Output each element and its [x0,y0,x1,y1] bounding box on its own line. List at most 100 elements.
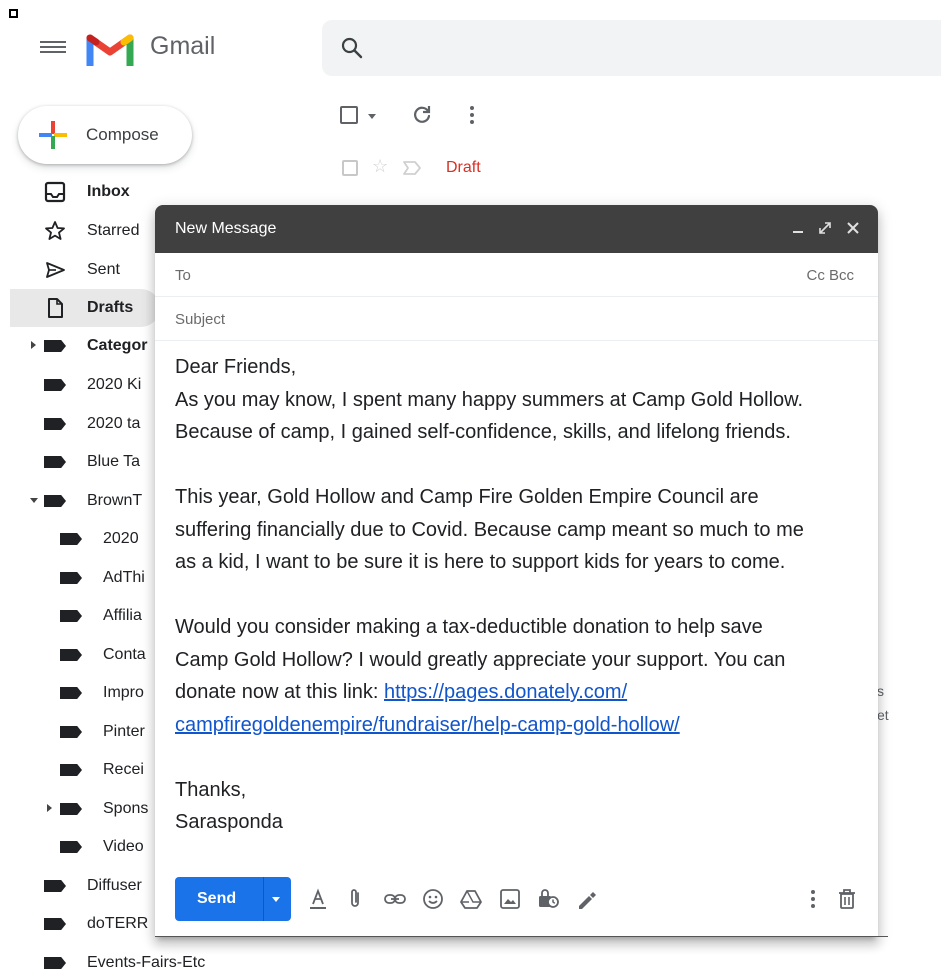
main-menu-icon[interactable] [40,38,66,58]
sidebar-item-label-doterr[interactable]: doTERR [0,905,150,943]
label-icon [60,726,82,738]
expand-arrow-icon[interactable] [31,341,36,349]
sidebar-item-label-impro[interactable]: Impro [0,674,150,712]
label-icon [60,841,82,853]
body-signature: Sarasponda [175,811,283,833]
more-options-icon[interactable] [801,887,825,911]
confidential-mode-icon[interactable] [536,887,560,911]
google-drive-icon[interactable] [459,887,483,911]
sidebar-item-label: Drafts [87,299,134,316]
discard-draft-icon[interactable] [835,887,859,911]
send-label: Send [197,890,237,907]
select-dropdown-caret-icon[interactable] [368,114,376,119]
close-icon[interactable] [844,219,862,237]
sidebar-item-label-conta[interactable]: Conta [0,636,150,674]
sidebar-item-label: 2020 [103,530,139,547]
donation-link-continued[interactable]: campfiregoldenempire/fundraiser/help-cam… [175,714,680,736]
send-button[interactable]: Send [175,877,291,921]
sidebar-item-label: Starred [87,222,140,239]
compose-button[interactable]: Compose [18,106,192,164]
sidebar-item-label-diffuser[interactable]: Diffuser [0,867,150,905]
to-label: To [175,267,191,284]
sidebar-item-label-adthi[interactable]: AdThi [0,559,150,597]
body-line: As you may know, I spent many happy summ… [175,388,804,411]
label-icon [44,918,66,930]
sidebar-item-categories[interactable]: Categor [0,327,150,365]
important-marker-icon[interactable] [402,159,422,177]
compose-header[interactable]: New Message [155,205,878,253]
sidebar-item-label: Diffuser [87,877,142,894]
label-icon [60,533,82,545]
sidebar-item-label-recei[interactable]: Recei [0,751,150,789]
sidebar-item-label: Conta [103,646,146,663]
subject-field[interactable]: Subject [155,297,878,341]
sidebar-item-label: 2020 Ki [87,376,142,393]
sidebar-item-label-events-fairs-etc[interactable]: Events-Fairs-Etc [0,944,240,971]
message-body[interactable]: Dear Friends, As you may know, I spent m… [175,351,875,839]
star-icon[interactable]: ☆ [372,156,388,177]
sidebar-item-label: Sent [87,261,120,278]
label-icon [60,764,82,776]
sidebar-item-label: Events-Fairs-Etc [87,954,206,971]
expand-arrow-icon[interactable] [47,804,52,812]
to-field[interactable]: To Cc Bcc [155,253,878,297]
sidebar-item-label-2020-ta[interactable]: 2020 ta [0,405,150,443]
inbox-icon [44,181,66,203]
attach-file-icon[interactable] [343,887,367,911]
label-icon [44,495,66,507]
draft-icon [44,297,66,319]
collapse-arrow-icon[interactable] [30,498,38,503]
sidebar-item-label-2020[interactable]: 2020 [0,520,150,558]
send-icon [44,259,66,281]
label-icon [60,803,82,815]
draft-label: Draft [446,159,481,176]
label-icon [60,572,82,584]
search-bar[interactable] [322,20,941,76]
sidebar-item-inbox[interactable]: Inbox [0,173,160,211]
email-row-draft[interactable]: ☆ Draft [320,150,941,186]
insert-photo-icon[interactable] [498,887,522,911]
insert-link-icon[interactable] [383,887,407,911]
star-icon [44,220,66,242]
body-line: Because of camp, I gained self-confidenc… [175,421,791,443]
label-icon [44,340,66,352]
sidebar-item-label-spons[interactable]: Spons [0,790,150,828]
select-all-checkbox[interactable] [340,106,358,124]
insert-signature-icon[interactable] [574,887,598,911]
sidebar-item-label: BrownT [87,492,143,509]
gmail-logo-icon[interactable] [86,28,134,68]
donation-link[interactable]: https://pages.donately.com/ [384,681,627,703]
sidebar-item-label: AdThi [103,569,145,586]
body-line: suffering financially due to Covid. Beca… [175,518,804,541]
label-icon [44,379,66,391]
cc-bcc-link[interactable]: Cc Bcc [806,267,854,284]
sidebar-item-label-blue-ta[interactable]: Blue Ta [0,443,150,481]
formatting-options-icon[interactable] [306,887,330,911]
sidebar-item-label: doTERR [87,915,149,932]
subject-placeholder: Subject [175,311,226,328]
sidebar-item-label: Affilia [103,607,142,624]
sidebar-item-label-pinter[interactable]: Pinter [0,713,150,751]
sidebar-item-sent[interactable]: Sent [0,251,160,289]
sidebar-item-label-video[interactable]: Video [0,828,150,866]
sidebar-item-label-2020-ki[interactable]: 2020 Ki [0,366,150,404]
sidebar-item-label: Impro [103,684,144,701]
sidebar-item-drafts[interactable]: Drafts [10,289,160,327]
body-line: Would you consider making a tax-deductib… [175,616,763,638]
expand-icon[interactable] [816,219,834,237]
minimize-icon[interactable] [789,219,807,237]
send-options-icon[interactable] [272,897,280,902]
compose-window: New Message To Cc Bcc Subject Dear Frien… [155,205,878,937]
sidebar-item-starred[interactable]: Starred [0,212,160,250]
send-divider [263,877,264,921]
refresh-icon[interactable] [410,103,434,127]
more-options-icon[interactable] [460,103,484,127]
sidebar-item-label-brownt[interactable]: BrownT [0,482,150,520]
body-greeting: Dear Friends, [175,356,297,378]
body-line: donate now at this link: https://pages.d… [175,676,875,709]
row-checkbox[interactable] [342,160,358,176]
insert-emoji-icon[interactable] [421,887,445,911]
sidebar-item-label-affilia[interactable]: Affilia [0,597,150,635]
search-icon[interactable] [340,36,364,60]
sidebar-item-label: Categor [87,337,148,354]
